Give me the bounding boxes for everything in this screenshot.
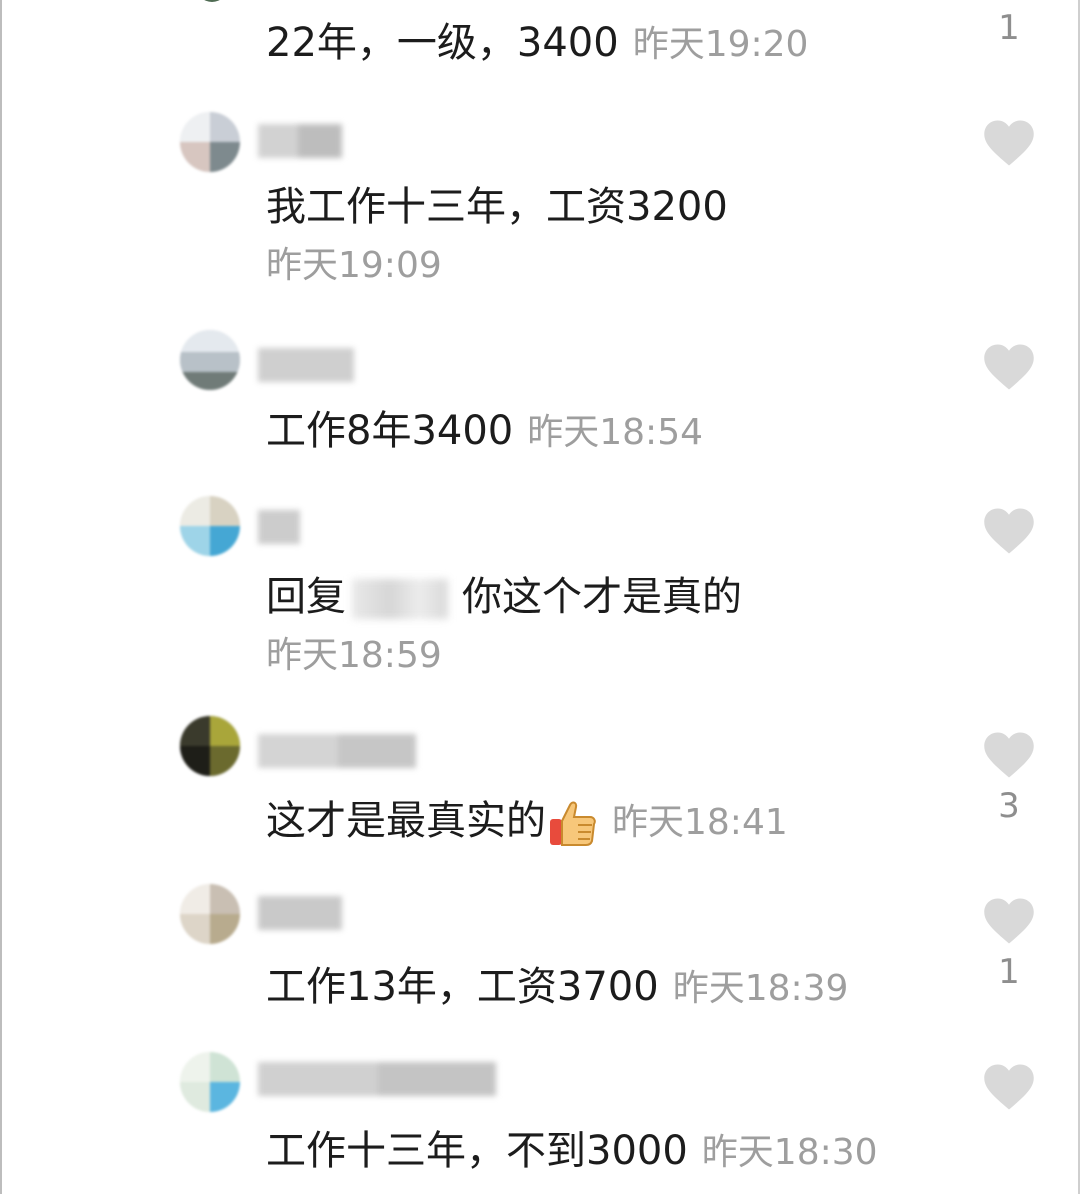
- comment-content: 工作8年3400: [266, 408, 514, 454]
- username-blurred[interactable]: [258, 344, 354, 388]
- comment-time: 昨天19:20: [632, 24, 809, 65]
- thumbs-up-emoji-icon: [550, 801, 596, 846]
- comment-content: 22年，一级，3400: [266, 20, 619, 66]
- avatar[interactable]: [180, 496, 240, 556]
- reply-prefix: 回复: [266, 574, 346, 620]
- avatar[interactable]: [180, 1052, 240, 1112]
- username-blurred[interactable]: [258, 892, 342, 936]
- heart-icon[interactable]: [982, 342, 1036, 392]
- comment-text: 工作十三年，不到3000 昨天18:30: [266, 1126, 878, 1178]
- comment-content: 我工作十三年，工资3200: [266, 184, 728, 230]
- comment-text: 22年，一级，3400 昨天19:20: [266, 18, 808, 70]
- comment-text: 工作13年，工资3700 昨天18:39: [266, 962, 848, 1014]
- comment-time: 昨天18:41: [612, 802, 788, 843]
- username-blurred[interactable]: [258, 506, 300, 550]
- comment-time: 昨天18:39: [672, 968, 849, 1009]
- comment-time: 昨天19:09: [266, 245, 442, 286]
- comment-text: 我工作十三年，工资3200: [266, 182, 728, 232]
- comment-content: 工作十三年，不到3000: [266, 1128, 688, 1174]
- avatar[interactable]: [180, 330, 240, 390]
- like-count: 3: [998, 786, 1020, 826]
- comment-text: 这才是最真实的 昨天18:41: [266, 796, 788, 849]
- like-count: 1: [998, 8, 1020, 48]
- avatar[interactable]: [180, 112, 240, 172]
- comment-content: 这才是最真实的: [266, 798, 546, 844]
- avatar[interactable]: [196, 0, 228, 2]
- heart-icon[interactable]: [982, 1062, 1036, 1112]
- comment-time: 昨天18:59: [266, 635, 442, 676]
- comment-content: 工作13年，工资3700: [266, 964, 659, 1010]
- username-blurred[interactable]: [258, 1058, 496, 1102]
- heart-icon[interactable]: [982, 730, 1036, 780]
- comment-text: 回复 你这个才是真的: [266, 572, 742, 622]
- heart-icon[interactable]: [982, 118, 1036, 168]
- reply-target-blurred[interactable]: [352, 579, 448, 619]
- heart-icon[interactable]: [982, 896, 1036, 946]
- heart-icon[interactable]: [982, 506, 1036, 556]
- avatar[interactable]: [180, 716, 240, 776]
- comment-time: 昨天18:30: [701, 1132, 878, 1173]
- comment-content: 你这个才是真的: [462, 574, 742, 620]
- avatar[interactable]: [180, 884, 240, 944]
- like-count: 1: [998, 952, 1020, 992]
- username-blurred[interactable]: [258, 730, 416, 774]
- comment-text: 工作8年3400 昨天18:54: [266, 406, 703, 458]
- comment-time: 昨天18:54: [527, 412, 703, 453]
- username-blurred[interactable]: [258, 120, 342, 164]
- left-border: [0, 0, 2, 1194]
